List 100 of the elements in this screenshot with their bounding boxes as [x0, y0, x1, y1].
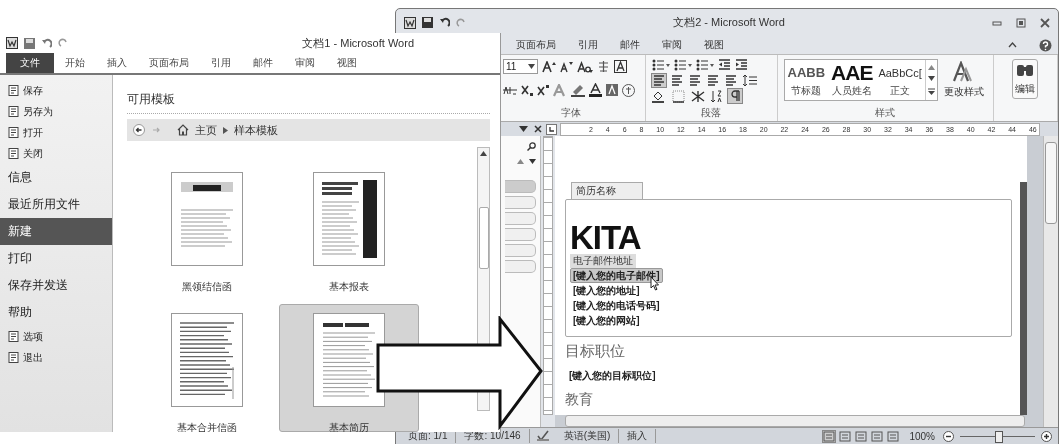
font-size-dropdown[interactable]: 11: [503, 59, 539, 74]
menu-item[interactable]: 选项: [0, 326, 112, 347]
proofing-icon[interactable]: [535, 430, 550, 442]
change-case-icon[interactable]: [577, 60, 594, 73]
zoom-slider-thumb[interactable]: [994, 430, 1003, 443]
menu-item[interactable]: 保存并发送: [0, 272, 112, 299]
menu-item[interactable]: 退出: [0, 347, 112, 368]
menu-item[interactable]: 关闭: [0, 143, 112, 164]
strikethrough-icon[interactable]: [503, 85, 517, 95]
align-icon[interactable]: [687, 73, 702, 87]
close-icon[interactable]: [1040, 17, 1050, 28]
menu-item[interactable]: 另存为: [0, 101, 112, 122]
list-icon[interactable]: [695, 59, 714, 71]
back-icon[interactable]: [133, 124, 145, 136]
insert-mode-indicator[interactable]: 插入: [619, 429, 657, 443]
paragraph-mark-icon[interactable]: [727, 89, 742, 104]
chinese-layout-icon[interactable]: [689, 89, 706, 103]
shrink-font-icon[interactable]: [560, 60, 574, 73]
vertical-scrollbar[interactable]: [1043, 136, 1058, 427]
help-icon[interactable]: [1039, 38, 1052, 52]
enclosed-character-icon[interactable]: [622, 83, 635, 97]
template-item[interactable]: 基本合并信函: [137, 304, 277, 432]
borders-icon[interactable]: [671, 89, 686, 103]
template-item[interactable]: 基本报表: [279, 163, 419, 291]
horizontal-scrollbar[interactable]: [565, 415, 1025, 427]
align-icon[interactable]: [705, 73, 720, 87]
breadcrumb-link[interactable]: 样本模板: [234, 122, 278, 138]
zoom-out-icon[interactable]: [943, 430, 954, 442]
highlighter-icon[interactable]: [571, 83, 585, 97]
subscript-icon[interactable]: [521, 84, 533, 96]
view-mode-icon[interactable]: [839, 430, 852, 442]
collapse-ribbon-icon[interactable]: [1008, 40, 1017, 50]
menu-item[interactable]: 最近所用文件: [0, 191, 112, 218]
menu-item[interactable]: 帮助: [0, 299, 112, 326]
list-icon[interactable]: [673, 59, 692, 71]
phonetic-guide-icon[interactable]: [597, 60, 611, 73]
maximize-icon[interactable]: [1016, 17, 1026, 28]
ribbon-tab[interactable]: 插入: [96, 53, 138, 73]
previous-icon[interactable]: [517, 159, 524, 164]
ribbon-tab[interactable]: 页面布局: [516, 38, 556, 52]
placeholder-text[interactable]: [键入您的电子邮件]: [570, 268, 663, 283]
ribbon-tab[interactable]: 文件: [6, 53, 54, 73]
content-control-tab[interactable]: 电子邮件地址: [570, 254, 636, 268]
ribbon-tab[interactable]: 页面布局: [138, 53, 200, 73]
ribbon-tab[interactable]: 引用: [578, 38, 598, 52]
ribbon-tab[interactable]: 审阅: [662, 38, 682, 52]
ribbon-tab[interactable]: 邮件: [242, 53, 284, 73]
menu-item[interactable]: 保存: [0, 80, 112, 101]
ribbon-tab[interactable]: 邮件: [620, 38, 640, 52]
content-control-tab[interactable]: 简历名称: [571, 182, 643, 199]
scroll-up-icon[interactable]: [479, 150, 488, 157]
placeholder-text[interactable]: [键入您的目标职位]: [569, 369, 656, 383]
view-mode-icon[interactable]: [855, 430, 868, 442]
sort-icon[interactable]: [709, 89, 724, 103]
placeholder-text[interactable]: [键入您的电话号码]: [570, 298, 663, 313]
save-icon[interactable]: [24, 37, 35, 49]
grow-font-icon[interactable]: [542, 60, 557, 73]
language-indicator[interactable]: 英语(美国): [555, 429, 620, 443]
character-border-icon[interactable]: [614, 60, 628, 73]
tab-stop-icon[interactable]: [546, 123, 557, 135]
ribbon-tab[interactable]: 审阅: [284, 53, 326, 73]
home-icon[interactable]: [177, 124, 189, 136]
placeholder-text[interactable]: [键入您的地址]: [570, 283, 643, 298]
view-mode-icon[interactable]: [871, 430, 884, 442]
font-color-icon[interactable]: [589, 83, 602, 97]
menu-item[interactable]: 打印: [0, 245, 112, 272]
search-icon[interactable]: [527, 142, 536, 151]
ribbon-tab[interactable]: 引用: [200, 53, 242, 73]
align-icon[interactable]: [651, 73, 666, 87]
style-option[interactable]: AaBbCc[ 正文: [875, 60, 925, 100]
align-icon[interactable]: [669, 73, 684, 87]
ribbon-tab[interactable]: 视图: [704, 38, 724, 52]
decrease-indent-icon[interactable]: [717, 59, 731, 71]
undo-icon[interactable]: [41, 37, 52, 49]
scroll-down-icon[interactable]: [927, 76, 935, 82]
style-option[interactable]: AABB 节标题: [784, 60, 829, 100]
align-icon[interactable]: [723, 73, 738, 87]
list-icon[interactable]: [651, 59, 670, 71]
template-item[interactable]: 黑领结信函: [137, 163, 277, 291]
editing-button[interactable]: 编辑: [1012, 59, 1039, 99]
view-mode-icon[interactable]: [887, 430, 900, 442]
superscript-icon[interactable]: [537, 84, 549, 96]
menu-item[interactable]: 打开: [0, 122, 112, 143]
breadcrumb-link[interactable]: 主页: [195, 122, 217, 138]
increase-indent-icon[interactable]: [734, 59, 748, 71]
ribbon-tab[interactable]: 视图: [326, 53, 368, 73]
zoom-level[interactable]: 100%: [909, 430, 935, 442]
scroll-thumb[interactable]: [478, 207, 489, 269]
style-option[interactable]: AAE 人员姓名: [828, 60, 876, 100]
menu-item[interactable]: 新建: [0, 218, 112, 245]
dropdown-icon[interactable]: [519, 126, 528, 132]
save-icon[interactable]: [422, 17, 433, 28]
redo-icon[interactable]: [58, 38, 68, 48]
more-icon[interactable]: [927, 87, 935, 95]
view-mode-icon[interactable]: [823, 430, 836, 442]
placeholder-text[interactable]: [键入您的网站]: [570, 313, 643, 328]
next-icon[interactable]: [529, 159, 536, 164]
undo-icon[interactable]: [439, 17, 450, 28]
line-spacing-icon[interactable]: [741, 73, 758, 87]
scroll-thumb[interactable]: [1045, 142, 1057, 224]
